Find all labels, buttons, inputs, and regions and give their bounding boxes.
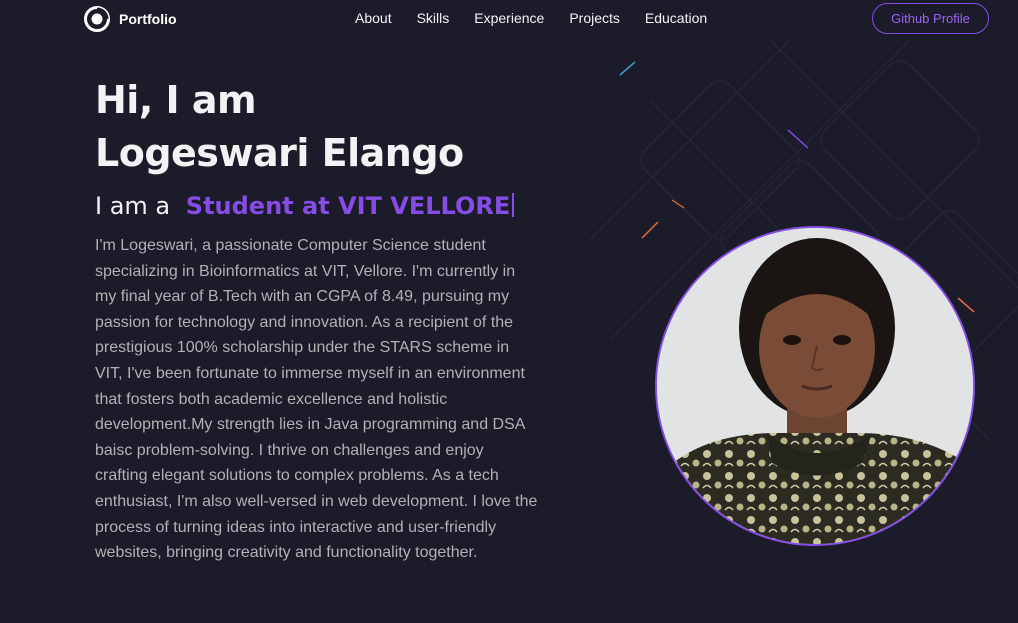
logo[interactable]: Portfolio xyxy=(84,6,177,32)
role-line: I am a Student at VIT VELLORE xyxy=(95,190,515,222)
hero-title-line1: Hi, I am xyxy=(95,78,257,122)
nav-link-projects[interactable]: Projects xyxy=(569,10,620,26)
role-typewriter-text: Student at VIT VELLORE xyxy=(185,192,511,220)
navbar: Portfolio About Skills Experience Projec… xyxy=(0,0,1018,38)
logo-text: Portfolio xyxy=(119,11,177,27)
hero-description: I'm Logeswari, a passionate Computer Sci… xyxy=(95,237,538,562)
profile-photo xyxy=(655,226,975,546)
role-prefix: I am a xyxy=(95,192,171,220)
nav-link-about[interactable]: About xyxy=(355,10,392,26)
portfolio-logo-icon xyxy=(84,6,110,32)
hero-title: Hi, I am Logeswari Elango xyxy=(95,74,464,180)
nav-link-experience[interactable]: Experience xyxy=(474,10,544,26)
github-profile-button[interactable]: Github Profile xyxy=(872,3,989,34)
hero-title-name: Logeswari Elango xyxy=(95,131,464,175)
nav-links: About Skills Experience Projects Educati… xyxy=(355,10,732,26)
nav-link-education[interactable]: Education xyxy=(645,10,707,26)
nav-link-skills[interactable]: Skills xyxy=(417,10,450,26)
typing-cursor xyxy=(512,193,515,217)
